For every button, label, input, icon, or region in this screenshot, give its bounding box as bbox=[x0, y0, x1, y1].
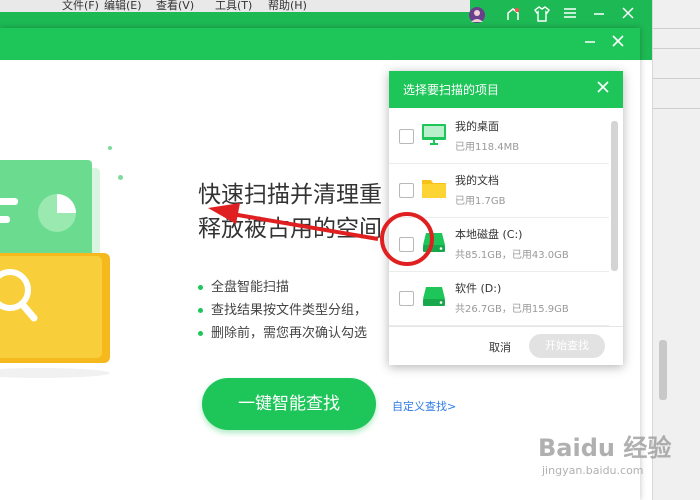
headline-line-2: 释放被占用的空间 bbox=[198, 216, 382, 242]
smart-search-button[interactable]: 一键智能查找 bbox=[202, 378, 376, 430]
host-menubar: 文件(F) 编辑(E) 查看(V) 工具(T) 帮助(H) bbox=[0, 0, 470, 12]
start-search-button[interactable]: 开始查找 bbox=[529, 334, 605, 358]
folder-icon bbox=[421, 175, 447, 201]
baidu-watermark: Baidu 经验 jingyan.baidu.com bbox=[538, 420, 688, 490]
feature-item: 删除前，需您再次确认勾选 bbox=[198, 322, 367, 345]
window-titlebar bbox=[0, 28, 640, 60]
menu-file[interactable]: 文件(F) bbox=[62, 0, 99, 12]
minimize-icon[interactable] bbox=[592, 6, 606, 22]
window-minimize-icon[interactable] bbox=[580, 33, 600, 53]
headline-line-1: 快速扫描并清理重 bbox=[198, 182, 382, 208]
shirt-icon[interactable] bbox=[533, 6, 551, 22]
drive-d-checkbox[interactable] bbox=[399, 291, 414, 306]
drive-c-checkbox[interactable] bbox=[399, 237, 414, 252]
menu-tools[interactable]: 工具(T) bbox=[215, 0, 252, 12]
list-item-desktop[interactable]: 我的桌面 已用118.4MB bbox=[389, 109, 609, 164]
feature-list: 全盘智能扫描 查找结果按文件类型分组， 删除前，需您再次确认勾选 bbox=[198, 276, 367, 345]
item-usage: 已用118.4MB bbox=[455, 142, 520, 153]
feature-item: 全盘智能扫描 bbox=[198, 276, 367, 299]
item-name: 软件 (D:) bbox=[455, 282, 502, 295]
decor-dot bbox=[108, 146, 112, 150]
drive-icon bbox=[421, 283, 447, 309]
cancel-button[interactable]: 取消 bbox=[489, 339, 511, 355]
item-usage: 共85.1GB，已用43.0GB bbox=[455, 250, 569, 261]
dialog-header: 选择要扫描的项目 bbox=[389, 71, 623, 108]
watermark-url: jingyan.baidu.com bbox=[542, 464, 644, 477]
menu-help[interactable]: 帮助(H) bbox=[268, 0, 307, 12]
menu-icon[interactable] bbox=[563, 6, 577, 22]
bullet-icon bbox=[198, 331, 203, 336]
list-item-drive-c[interactable]: 本地磁盘 (C:) 共85.1GB，已用43.0GB bbox=[389, 217, 609, 272]
dialog-scrollbar[interactable] bbox=[611, 121, 618, 271]
scan-items-dialog: 选择要扫描的项目 我的桌面 已用118.4MB 我的文档 已用1.7GB 本地磁… bbox=[389, 71, 623, 365]
list-item-drive-d[interactable]: 软件 (D:) 共26.7GB，已用15.9GB bbox=[389, 271, 609, 326]
window-close-icon[interactable] bbox=[608, 33, 628, 53]
skin-icon[interactable] bbox=[505, 6, 521, 22]
custom-search-link[interactable]: 自定义查找> bbox=[392, 398, 456, 414]
item-name: 我的桌面 bbox=[455, 120, 499, 133]
desktop-checkbox[interactable] bbox=[399, 129, 414, 144]
feature-item: 查找结果按文件类型分组， bbox=[198, 299, 367, 322]
monitor-icon bbox=[421, 121, 447, 147]
menu-view[interactable]: 查看(V) bbox=[156, 0, 194, 12]
dialog-footer: 取消 开始查找 bbox=[389, 326, 623, 366]
item-usage: 共26.7GB，已用15.9GB bbox=[455, 304, 569, 315]
bullet-icon bbox=[198, 285, 203, 290]
decor-dot bbox=[118, 175, 123, 180]
dialog-close-icon[interactable] bbox=[593, 79, 613, 99]
menu-edit[interactable]: 编辑(E) bbox=[104, 0, 142, 12]
bullet-icon bbox=[198, 308, 203, 313]
watermark-logo: Baidu 经验 bbox=[538, 434, 672, 462]
item-name: 我的文档 bbox=[455, 174, 499, 187]
documents-checkbox[interactable] bbox=[399, 183, 414, 198]
list-item-documents[interactable]: 我的文档 已用1.7GB bbox=[389, 163, 609, 218]
avatar[interactable] bbox=[468, 6, 486, 23]
dialog-title: 选择要扫描的项目 bbox=[403, 83, 500, 97]
search-illustration bbox=[0, 138, 120, 378]
page-title: 快速扫描并清理重 释放被占用的空间 bbox=[198, 178, 382, 246]
close-icon[interactable] bbox=[621, 6, 635, 22]
item-usage: 已用1.7GB bbox=[455, 196, 506, 207]
drive-icon bbox=[421, 229, 447, 255]
item-name: 本地磁盘 (C:) bbox=[455, 228, 523, 241]
background-scrollbar[interactable] bbox=[659, 340, 667, 400]
